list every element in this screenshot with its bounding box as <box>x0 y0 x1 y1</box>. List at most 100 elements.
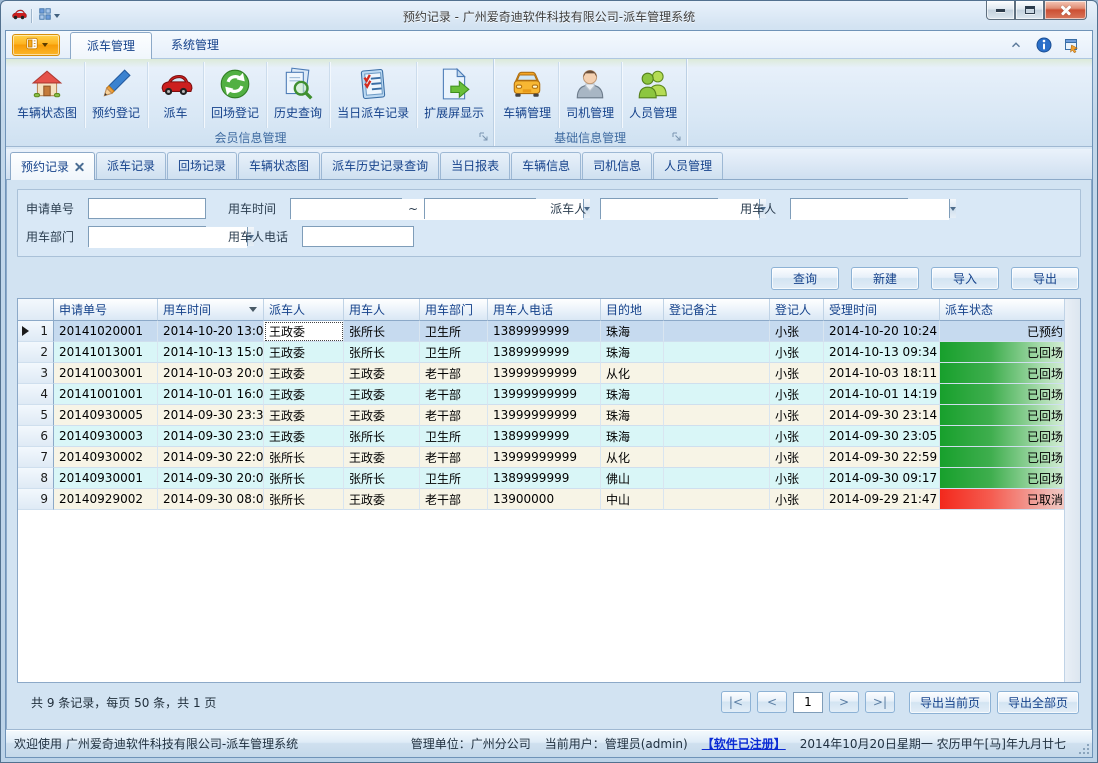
cell-registrar[interactable]: 小张 <box>770 363 824 384</box>
cell-dispatcher[interactable]: 王政委 <box>264 405 344 426</box>
doc-tab-return-records[interactable]: 回场记录 <box>167 152 237 179</box>
doc-tab-vehicle-info[interactable]: 车辆信息 <box>511 152 581 179</box>
quick-access-layout-button[interactable] <box>36 6 62 25</box>
dropdown-button[interactable] <box>949 199 956 218</box>
table-row[interactable]: 6201409300032014-09-30 23:00王政委张所长卫生所138… <box>18 426 1064 447</box>
ribbon-button-extend-screen[interactable]: 扩展屏显示 <box>417 62 491 128</box>
query-button[interactable]: 查询 <box>771 267 839 290</box>
cell-phone[interactable]: 13999999999 <box>488 384 601 405</box>
cell-num[interactable]: 5 <box>18 405 54 426</box>
new-button[interactable]: 新建 <box>851 267 919 290</box>
cell-user[interactable]: 张所长 <box>344 468 420 489</box>
cell-remark[interactable] <box>664 363 770 384</box>
cell-use_time[interactable]: 2014-09-30 23:00 <box>158 426 264 447</box>
cell-use_time[interactable]: 2014-09-30 20:00 <box>158 468 264 489</box>
column-header-use_time[interactable]: 用车时间 <box>158 299 264 321</box>
cell-order_no[interactable]: 20140930005 <box>54 405 158 426</box>
export-all-pages-button[interactable]: 导出全部页 <box>997 691 1079 714</box>
cell-use_time[interactable]: 2014-09-30 23:30 <box>158 405 264 426</box>
column-header-order_no[interactable]: 申请单号 <box>54 299 158 321</box>
table-row[interactable]: 7201409300022014-09-30 22:00张所长王政委老干部139… <box>18 447 1064 468</box>
table-row[interactable]: 5201409300052014-09-30 23:30王政委王政委老干部139… <box>18 405 1064 426</box>
column-header-remark[interactable]: 登记备注 <box>664 299 770 321</box>
cell-use_time[interactable]: 2014-09-30 22:00 <box>158 447 264 468</box>
cell-registrar[interactable]: 小张 <box>770 321 824 342</box>
import-button[interactable]: 导入 <box>931 267 999 290</box>
cell-dept[interactable]: 老干部 <box>420 363 488 384</box>
cell-destination[interactable]: 珠海 <box>601 405 664 426</box>
doc-tab-driver-info[interactable]: 司机信息 <box>582 152 652 179</box>
cell-dispatcher[interactable]: 王政委 <box>264 384 344 405</box>
column-header-dispatcher[interactable]: 派车人 <box>264 299 344 321</box>
cell-dispatcher[interactable]: 王政委 <box>264 363 344 384</box>
cell-remark[interactable] <box>664 384 770 405</box>
table-row[interactable]: 2201410130012014-10-13 15:00王政委张所长卫生所138… <box>18 342 1064 363</box>
cell-remark[interactable] <box>664 447 770 468</box>
cell-accept_time[interactable]: 2014-09-30 09:17 <box>824 468 940 489</box>
doc-tab-daily-report[interactable]: 当日报表 <box>440 152 510 179</box>
cell-remark[interactable] <box>664 342 770 363</box>
cell-destination[interactable]: 珠海 <box>601 321 664 342</box>
table-row[interactable]: 3201410030012014-10-03 20:00王政委王政委老干部139… <box>18 363 1064 384</box>
cell-phone[interactable]: 13999999999 <box>488 363 601 384</box>
cell-accept_time[interactable]: 2014-09-29 21:47 <box>824 489 940 510</box>
cell-dept[interactable]: 老干部 <box>420 489 488 510</box>
cell-phone[interactable]: 13999999999 <box>488 405 601 426</box>
doc-tab-dispatch-records[interactable]: 派车记录 <box>96 152 166 179</box>
cell-dispatcher[interactable]: 王政委 <box>264 426 344 447</box>
cell-order_no[interactable]: 20141020001 <box>54 321 158 342</box>
cell-accept_time[interactable]: 2014-10-13 09:34 <box>824 342 940 363</box>
ribbon-button-reserve-register[interactable]: 预约登记 <box>85 62 148 128</box>
user-combo[interactable] <box>790 198 908 219</box>
close-tab-icon[interactable] <box>75 162 84 171</box>
table-row[interactable]: 8201409300012014-09-30 20:00张所长张所长卫生所138… <box>18 468 1064 489</box>
column-header-user[interactable]: 用车人 <box>344 299 420 321</box>
ribbon-tab-system-manage[interactable]: 系统管理 <box>154 31 236 58</box>
column-header-registrar[interactable]: 登记人 <box>770 299 824 321</box>
cell-num[interactable]: 3 <box>18 363 54 384</box>
cell-user[interactable]: 王政委 <box>344 405 420 426</box>
user-phone-input[interactable] <box>302 226 414 247</box>
dialog-launcher-icon[interactable] <box>671 131 683 143</box>
cell-remark[interactable] <box>664 489 770 510</box>
ribbon-button-today-dispatch-records[interactable]: 当日派车记录 <box>330 62 417 128</box>
cell-status[interactable]: 已预约 <box>940 321 1064 342</box>
cell-accept_time[interactable]: 2014-09-30 23:14 <box>824 405 940 426</box>
cell-accept_time[interactable]: 2014-10-03 18:11 <box>824 363 940 384</box>
cell-user[interactable]: 王政委 <box>344 489 420 510</box>
cell-registrar[interactable]: 小张 <box>770 447 824 468</box>
doc-tab-reserve-records[interactable]: 预约记录 <box>10 152 95 180</box>
cell-registrar[interactable]: 小张 <box>770 426 824 447</box>
cell-status[interactable]: 已回场 <box>940 384 1064 405</box>
cell-user[interactable]: 张所长 <box>344 342 420 363</box>
cell-num[interactable]: 7 <box>18 447 54 468</box>
cell-status[interactable]: 已回场 <box>940 405 1064 426</box>
cell-phone[interactable]: 1389999999 <box>488 342 601 363</box>
cell-num[interactable]: 1 <box>18 321 54 342</box>
dept-combo[interactable] <box>88 226 206 247</box>
license-registered-link[interactable]: 【软件已注册】 <box>702 735 786 752</box>
cell-phone[interactable]: 1389999999 <box>488 321 601 342</box>
cell-status[interactable]: 已回场 <box>940 468 1064 489</box>
cell-dept[interactable]: 卫生所 <box>420 342 488 363</box>
ribbon-tab-dispatch-manage[interactable]: 派车管理 <box>70 32 152 59</box>
vertical-scrollbar[interactable] <box>1064 299 1080 682</box>
cell-status[interactable]: 已回场 <box>940 342 1064 363</box>
close-button[interactable] <box>1044 1 1087 20</box>
cell-phone[interactable]: 1389999999 <box>488 426 601 447</box>
ribbon-button-history-query[interactable]: 历史查询 <box>267 62 330 128</box>
cell-use_time[interactable]: 2014-09-30 08:00 <box>158 489 264 510</box>
cell-dept[interactable]: 卫生所 <box>420 426 488 447</box>
doc-tab-vehicle-status-map[interactable]: 车辆状态图 <box>238 152 320 179</box>
cell-user[interactable]: 张所长 <box>344 321 420 342</box>
cell-user[interactable]: 王政委 <box>344 447 420 468</box>
cell-phone[interactable]: 13999999999 <box>488 447 601 468</box>
cell-status[interactable]: 已回场 <box>940 447 1064 468</box>
cell-destination[interactable]: 佛山 <box>601 468 664 489</box>
cell-destination[interactable]: 从化 <box>601 363 664 384</box>
cell-order_no[interactable]: 20140929002 <box>54 489 158 510</box>
column-header-dept[interactable]: 用车部门 <box>420 299 488 321</box>
cell-num[interactable]: 2 <box>18 342 54 363</box>
cell-order_no[interactable]: 20140930003 <box>54 426 158 447</box>
collapse-ribbon-icon[interactable] <box>1008 37 1024 53</box>
